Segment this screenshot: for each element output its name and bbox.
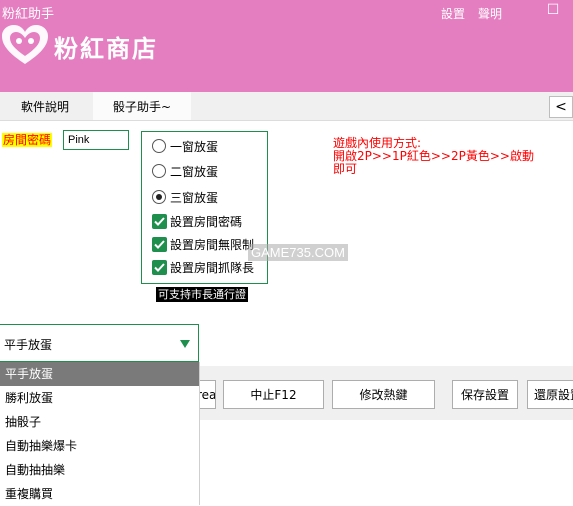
tab-dice-helper[interactable]: 骰子助手~ [93, 92, 191, 120]
radio-icon [152, 139, 166, 153]
modify-hotkey-button[interactable]: 修改熱鍵 [332, 380, 435, 409]
dropdown-option[interactable]: 平手放蛋 [0, 362, 199, 386]
maximize-icon[interactable]: ☐ [546, 3, 560, 17]
save-settings-button[interactable]: 保存設置 [452, 380, 518, 409]
checkbox-label: 設置房間密碼 [170, 215, 243, 229]
options-group: 一窗放蛋 二窗放蛋 三窗放蛋 設置房間密碼 設置房間無限制 設置房間抓隊長 [141, 131, 268, 284]
tab-software-info[interactable]: 軟件說明 [0, 92, 90, 120]
radio-label: 三窗放蛋 [170, 191, 219, 205]
watermark: GAME735.COM [248, 244, 348, 261]
usage-instructions: 遊戲內使用方式: 開啟2P>>1P紅色>>2P黃色>>啟動 即可 [333, 137, 534, 176]
instruction-line: 即可 [333, 162, 358, 176]
radio-icon [152, 164, 166, 178]
dropdown-option[interactable]: 自動抽樂爆卡 [0, 434, 199, 458]
settings-link[interactable]: 設置 [441, 5, 465, 22]
mode-dropdown-list: 平手放蛋 勝利放蛋 抽骰子 自動抽樂爆卡 自動抽抽樂 重複購買 [0, 362, 200, 505]
room-password-input[interactable] [63, 130, 129, 150]
shop-name: 粉紅商店 [54, 35, 158, 63]
app-header: 粉紅助手 設置 聲明 ☐ 粉紅商店 [0, 0, 573, 92]
chevron-down-icon [180, 340, 190, 348]
window-title: 粉紅助手 [2, 7, 55, 22]
mayor-pass-note: 可支持市長通行證 [156, 287, 248, 302]
mode-select[interactable]: 平手放蛋 [0, 324, 199, 362]
restore-settings-button[interactable]: 還原設置 [527, 380, 573, 409]
mode-select-value: 平手放蛋 [4, 338, 53, 352]
heart-logo-icon [2, 25, 48, 64]
room-password-label: 房間密碼 [2, 133, 53, 147]
tab-bar: 軟件說明 骰子助手~ [0, 92, 573, 121]
tab-scroll-left-icon[interactable]: < [549, 96, 573, 118]
dropdown-option[interactable]: 勝利放蛋 [0, 386, 199, 410]
checkmark-icon [152, 237, 167, 252]
checkbox-label: 設置房間無限制 [170, 238, 255, 252]
dropdown-option[interactable]: 自動抽抽樂 [0, 458, 199, 482]
checkmark-icon [152, 260, 167, 275]
radio-label: 一窗放蛋 [170, 140, 219, 154]
radio-label: 二窗放蛋 [170, 165, 219, 179]
instruction-line: 開啟2P>>1P紅色>>2P黃色>>啟動 [333, 149, 534, 163]
checkmark-icon [152, 214, 167, 229]
checkbox-label: 設置房間抓隊長 [170, 261, 255, 275]
dropdown-option[interactable]: 重複購買 [0, 482, 199, 506]
stop-button[interactable]: 中止F12 [223, 380, 324, 409]
radio-selected-icon [152, 190, 166, 204]
dropdown-option[interactable]: 抽骰子 [0, 410, 199, 434]
about-link[interactable]: 聲明 [478, 5, 502, 22]
